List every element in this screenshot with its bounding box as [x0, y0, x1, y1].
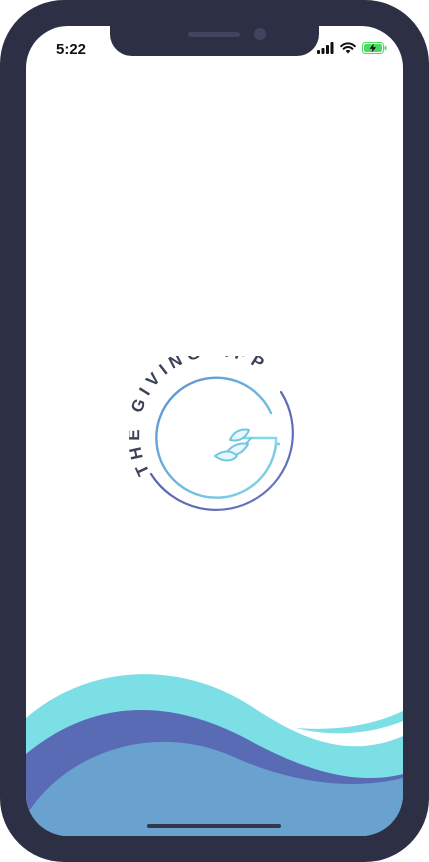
decorative-waves	[26, 674, 403, 836]
logo-text: THE GIVING APP	[129, 356, 272, 479]
volume-down-button	[0, 256, 5, 318]
battery-charging-icon	[362, 42, 387, 54]
power-button	[424, 200, 429, 298]
screen: 5:22 T GIVIN P	[26, 26, 403, 836]
volume-up-button	[0, 178, 5, 240]
status-time: 5:22	[56, 41, 87, 58]
wifi-icon	[340, 42, 356, 54]
sprout-icon	[214, 428, 252, 462]
front-camera	[254, 28, 266, 40]
signal-icon	[317, 42, 334, 54]
logo-outer-ring	[149, 390, 294, 511]
status-icons	[317, 41, 387, 55]
notch	[110, 26, 319, 56]
phone-frame: 5:22 T GIVIN P	[0, 0, 429, 862]
home-indicator[interactable]	[147, 824, 281, 828]
app-logo: THE GIVING APP	[129, 356, 294, 511]
speaker	[188, 32, 240, 37]
mute-switch	[0, 115, 5, 147]
wave-highlight	[296, 711, 403, 734]
